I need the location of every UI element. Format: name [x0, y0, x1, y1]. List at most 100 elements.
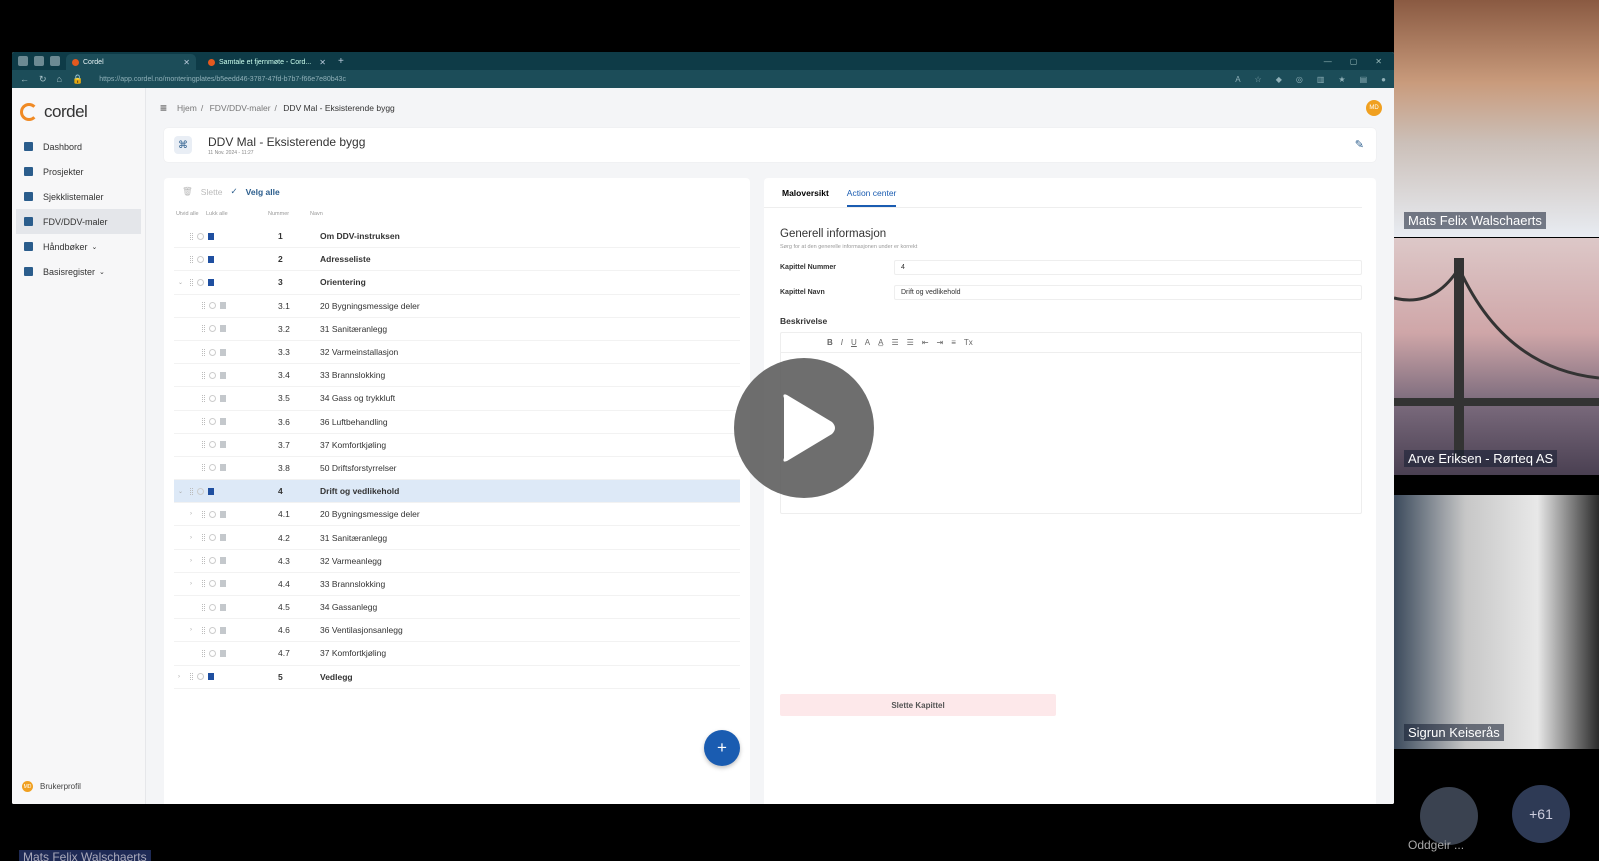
- breadcrumb-templates[interactable]: FDV/DDV-maler: [210, 103, 271, 113]
- read-aloud-icon[interactable]: A: [1235, 75, 1240, 84]
- drag-handle-icon[interactable]: [190, 255, 193, 263]
- drag-handle-icon[interactable]: [190, 278, 193, 286]
- close-tab-icon[interactable]: ✕: [319, 58, 326, 67]
- select-checkbox[interactable]: [209, 371, 216, 379]
- new-tab-icon[interactable]: +: [338, 56, 344, 67]
- expand-caret-icon[interactable]: ⌄: [178, 488, 186, 495]
- select-checkbox[interactable]: [197, 278, 204, 286]
- select-checkbox[interactable]: [197, 673, 204, 681]
- sidebar-item-sjekklistemaler[interactable]: Sjekklistemaler: [12, 184, 145, 209]
- select-checkbox[interactable]: [209, 441, 216, 449]
- select-checkbox[interactable]: [209, 603, 216, 611]
- split-screen-icon[interactable]: ▥: [1317, 75, 1325, 84]
- play-button[interactable]: [734, 358, 874, 498]
- select-checkbox[interactable]: [209, 348, 216, 356]
- workspaces-icon[interactable]: [34, 56, 44, 66]
- sidebar-item-fdv-ddv-maler[interactable]: FDV/DDV-maler: [16, 209, 141, 234]
- add-chapter-button[interactable]: +: [704, 730, 740, 766]
- drag-handle-icon[interactable]: [202, 441, 205, 449]
- chapter-number-input[interactable]: 4: [894, 260, 1362, 275]
- clear-format-icon[interactable]: Tx: [964, 338, 973, 347]
- maximize-icon[interactable]: ▢: [1350, 57, 1358, 66]
- bullet-list-icon[interactable]: ☰: [907, 338, 914, 347]
- tab-action-center[interactable]: Action center: [846, 188, 897, 207]
- close-window-icon[interactable]: ✕: [1375, 57, 1382, 66]
- text-color-icon[interactable]: A: [865, 338, 870, 347]
- browser-menu-icon[interactable]: [18, 56, 28, 66]
- sidebar-item-prosjekter[interactable]: Prosjekter: [12, 159, 145, 184]
- list-item[interactable]: 3.1 20 Bygningsmessige deler: [174, 295, 740, 318]
- select-checkbox[interactable]: [209, 302, 216, 310]
- select-checkbox[interactable]: [209, 325, 216, 333]
- favorites-icon[interactable]: ★: [1338, 75, 1345, 84]
- select-checkbox[interactable]: [209, 580, 216, 588]
- profile-browser-icon[interactable]: ●: [1381, 75, 1386, 84]
- list-item[interactable]: › 4.1 20 Bygningsmessige deler: [174, 503, 740, 527]
- drag-handle-icon[interactable]: [190, 487, 193, 495]
- user-avatar[interactable]: MD: [1366, 100, 1382, 116]
- select-all-button[interactable]: Velg alle: [246, 187, 280, 197]
- extension-icon[interactable]: ◆: [1276, 75, 1282, 84]
- tab-maloversikt[interactable]: Maloversikt: [782, 188, 829, 207]
- select-checkbox[interactable]: [209, 626, 216, 634]
- expand-caret-icon[interactable]: ›: [190, 535, 198, 541]
- list-item[interactable]: 3.2 31 Sanitæranlegg: [174, 318, 740, 341]
- list-item[interactable]: › 4.2 31 Sanitæranlegg: [174, 526, 740, 550]
- drag-handle-icon[interactable]: [202, 348, 205, 356]
- select-checkbox[interactable]: [209, 649, 216, 657]
- list-item[interactable]: 3.7 37 Komfortkjøling: [174, 434, 740, 457]
- select-checkbox[interactable]: [209, 464, 216, 472]
- url-field[interactable]: https://app.cordel.no/monteringplates/b5…: [99, 76, 346, 83]
- profile-link[interactable]: MD Brukerprofil: [22, 781, 81, 792]
- drag-handle-icon[interactable]: [202, 534, 205, 542]
- list-item[interactable]: 4.5 34 Gassanlegg: [174, 596, 740, 620]
- select-checkbox[interactable]: [209, 418, 216, 426]
- expand-caret-icon[interactable]: ›: [178, 674, 186, 680]
- italic-icon[interactable]: I: [841, 338, 843, 347]
- logo[interactable]: cordel: [12, 98, 145, 126]
- select-checkbox[interactable]: [209, 394, 216, 402]
- minimize-icon[interactable]: —: [1324, 57, 1332, 66]
- list-item[interactable]: ⌄ 4 Drift og vedlikehold: [174, 480, 740, 504]
- drag-handle-icon[interactable]: [190, 232, 193, 240]
- drag-handle-icon[interactable]: [202, 394, 205, 402]
- edit-pencil-icon[interactable]: ✎: [1355, 138, 1364, 151]
- collections-icon[interactable]: ▤: [1360, 75, 1368, 84]
- tab-meeting[interactable]: Samtale et fjernmøte - Cord... ✕: [202, 54, 332, 70]
- select-checkbox[interactable]: [209, 510, 216, 518]
- delete-chapter-button[interactable]: Slette Kapittel: [780, 694, 1056, 716]
- participant-avatar[interactable]: [1420, 787, 1478, 845]
- favorite-icon[interactable]: ☆: [1255, 75, 1262, 84]
- list-item[interactable]: 3.4 33 Brannslokking: [174, 364, 740, 388]
- list-item[interactable]: ⌄ 3 Orientering: [174, 271, 740, 295]
- list-item[interactable]: 3.8 50 Driftsforstyrrelser: [174, 457, 740, 481]
- drag-handle-icon[interactable]: [202, 464, 205, 472]
- outdent-icon[interactable]: ⇤: [922, 338, 929, 347]
- list-item[interactable]: 3.6 36 Luftbehandling: [174, 411, 740, 434]
- refresh-extension-icon[interactable]: ◎: [1296, 75, 1303, 84]
- participant-video[interactable]: Arve Eriksen - Rørteq AS: [1394, 238, 1599, 475]
- list-item[interactable]: 3.5 34 Gass og trykkluft: [174, 387, 740, 411]
- sidebar-item-dashbord[interactable]: Dashbord: [12, 134, 145, 159]
- breadcrumb-home[interactable]: Hjem: [177, 103, 197, 113]
- list-item[interactable]: › 5 Vedlegg: [174, 666, 740, 689]
- drag-handle-icon[interactable]: [202, 302, 205, 310]
- underline-icon[interactable]: U: [851, 338, 857, 347]
- expand-caret-icon[interactable]: ›: [190, 558, 198, 564]
- ordered-list-icon[interactable]: ☰: [891, 338, 898, 347]
- back-icon[interactable]: ←: [20, 74, 29, 84]
- highlight-icon[interactable]: A̲: [878, 338, 883, 347]
- select-checkbox[interactable]: [209, 534, 216, 542]
- drag-handle-icon[interactable]: [202, 418, 205, 426]
- participant-video[interactable]: Sigrun Keiserås: [1394, 495, 1599, 749]
- reload-icon[interactable]: ↻: [39, 74, 47, 85]
- list-item[interactable]: 3.3 32 Varmeinstallasjon: [174, 341, 740, 365]
- sidebar-item-basisregister[interactable]: Basisregister ⌄: [12, 259, 145, 284]
- list-item[interactable]: 4.7 37 Komfortkjøling: [174, 642, 740, 666]
- collapse-all-button[interactable]: Lukk alle: [206, 211, 268, 225]
- indent-icon[interactable]: ⇥: [937, 338, 944, 347]
- align-icon[interactable]: ≡: [951, 338, 956, 347]
- list-item[interactable]: 2 Adresseliste: [174, 248, 740, 272]
- expand-caret-icon[interactable]: ›: [190, 627, 198, 633]
- select-checkbox[interactable]: [197, 255, 204, 263]
